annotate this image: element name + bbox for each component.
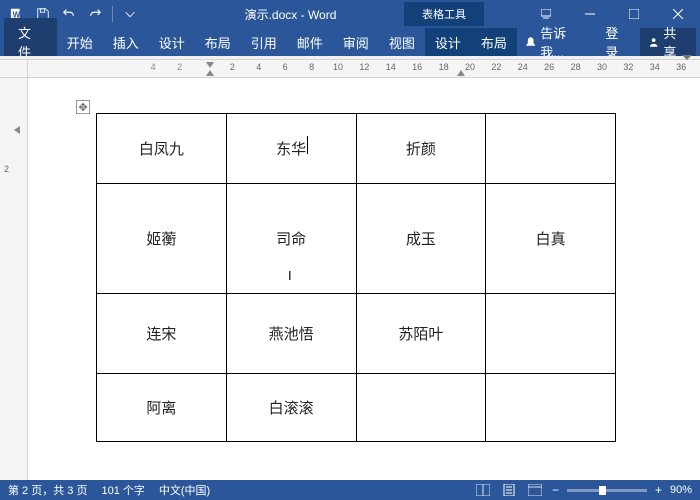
table-move-handle-icon[interactable]: ✥ bbox=[76, 100, 90, 114]
web-layout-icon[interactable] bbox=[526, 483, 544, 497]
share-button[interactable]: 共享 bbox=[640, 28, 696, 56]
zoom-slider[interactable] bbox=[567, 489, 647, 492]
tab-mailings[interactable]: 邮件 bbox=[287, 28, 333, 57]
table-row: 白凤九 东华 折颜 bbox=[97, 114, 616, 184]
ribbon-tabs: 文件 开始 插入 设计 布局 引用 邮件 审阅 视图 设计 布局 告诉我... … bbox=[0, 28, 700, 56]
tab-table-layout[interactable]: 布局 bbox=[471, 28, 517, 57]
document-table[interactable]: 白凤九 东华 折颜 姬蘅 司命 成玉 白真 连宋 燕池悟 苏陌叶 阿离 白滚滚 bbox=[96, 113, 616, 442]
zoom-in-icon[interactable]: + bbox=[655, 483, 662, 497]
word-count[interactable]: 101 个字 bbox=[101, 482, 144, 498]
document-page[interactable]: ✥ 白凤九 东华 折颜 姬蘅 司命 成玉 白真 连宋 燕池悟 苏陌叶 阿离 bbox=[28, 78, 700, 480]
tab-design[interactable]: 设计 bbox=[149, 28, 195, 57]
tab-layout[interactable]: 布局 bbox=[195, 28, 241, 57]
table-cell[interactable]: 燕池悟 bbox=[226, 294, 356, 374]
table-cell[interactable]: 白凤九 bbox=[97, 114, 227, 184]
table-cell[interactable] bbox=[356, 374, 486, 442]
qat-customize-icon[interactable] bbox=[119, 3, 141, 25]
tab-home[interactable]: 开始 bbox=[57, 28, 103, 57]
table-cell[interactable]: 苏陌叶 bbox=[356, 294, 486, 374]
zoom-out-icon[interactable]: − bbox=[552, 483, 559, 497]
table-cell[interactable]: 折颜 bbox=[356, 114, 486, 184]
ruler-corner bbox=[0, 60, 28, 77]
status-bar: 第 2 页，共 3 页 101 个字 中文(中国) − + 90% bbox=[0, 480, 700, 500]
read-mode-icon[interactable] bbox=[474, 483, 492, 497]
table-tools-context: 表格工具 bbox=[404, 2, 484, 26]
table-row: 姬蘅 司命 成玉 白真 bbox=[97, 184, 616, 294]
language-indicator[interactable]: 中文(中国) bbox=[159, 482, 210, 498]
redo-icon[interactable] bbox=[84, 3, 106, 25]
window-title: 演示.docx - Word bbox=[147, 6, 404, 23]
zoom-level[interactable]: 90% bbox=[670, 484, 692, 496]
table-cell[interactable]: 连宋 bbox=[97, 294, 227, 374]
table-row: 阿离 白滚滚 bbox=[97, 374, 616, 442]
table-cell[interactable]: 白滚滚 bbox=[226, 374, 356, 442]
table-cell[interactable]: 成玉 bbox=[356, 184, 486, 294]
tab-table-design[interactable]: 设计 bbox=[425, 28, 471, 57]
tab-view[interactable]: 视图 bbox=[379, 28, 425, 57]
table-cell[interactable] bbox=[486, 374, 616, 442]
table-row: 连宋 燕池悟 苏陌叶 bbox=[97, 294, 616, 374]
table-cell[interactable]: 白真 bbox=[486, 184, 616, 294]
horizontal-ruler[interactable]: 4224681012141618202224262830323436384042… bbox=[28, 60, 700, 77]
text-cursor-icon: I bbox=[288, 268, 292, 283]
vertical-ruler[interactable]: 2 bbox=[0, 78, 28, 480]
table-cell[interactable]: 阿离 bbox=[97, 374, 227, 442]
undo-icon[interactable] bbox=[58, 3, 80, 25]
page-indicator[interactable]: 第 2 页，共 3 页 bbox=[8, 482, 87, 498]
table-cell[interactable]: 东华 bbox=[226, 114, 356, 184]
tab-review[interactable]: 审阅 bbox=[333, 28, 379, 57]
table-cell[interactable] bbox=[486, 114, 616, 184]
table-cell[interactable]: 姬蘅 bbox=[97, 184, 227, 294]
tab-insert[interactable]: 插入 bbox=[103, 28, 149, 57]
tab-references[interactable]: 引用 bbox=[241, 28, 287, 57]
print-layout-icon[interactable] bbox=[500, 483, 518, 497]
table-cell[interactable] bbox=[486, 294, 616, 374]
